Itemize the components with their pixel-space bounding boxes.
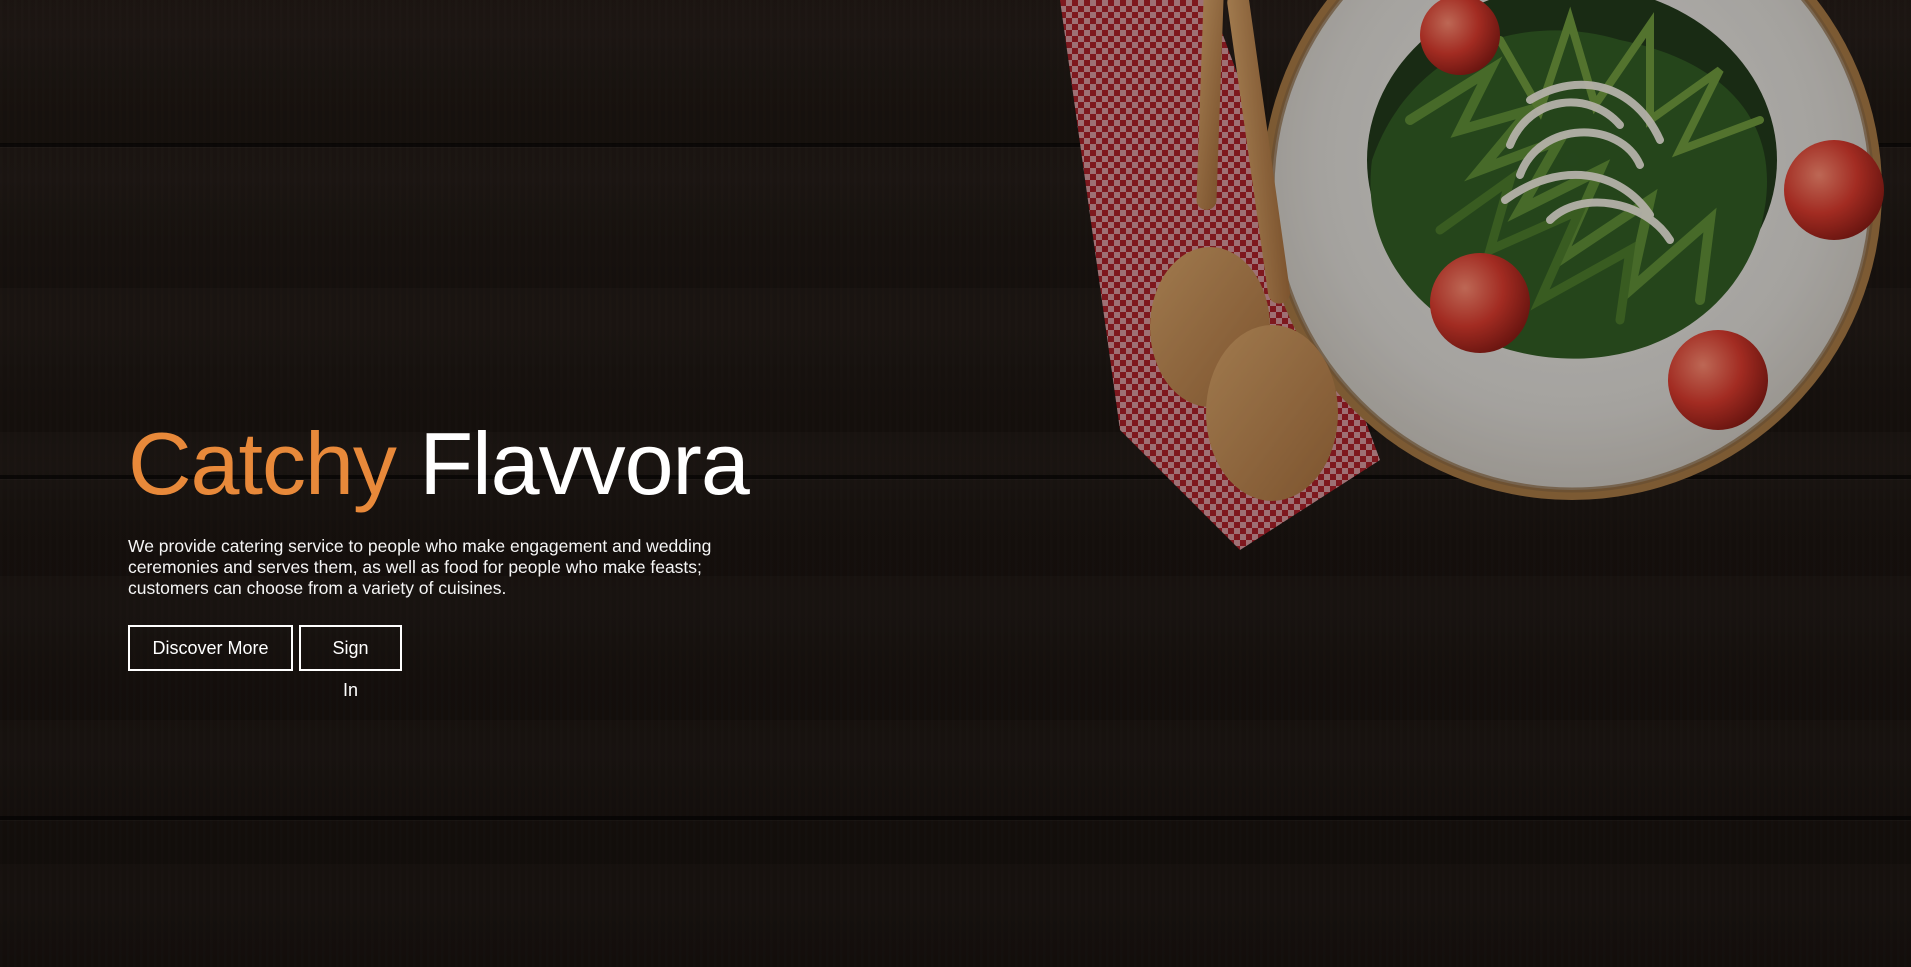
salad-plate-image [1060,0,1911,560]
discover-more-button[interactable]: Discover More [128,625,293,671]
hero-description: We provide catering service to people wh… [128,536,712,598]
hero-actions: Discover More Sign In [128,625,778,700]
brand-accent-text: Catchy [128,414,397,513]
wood-plank-divider [0,816,1911,820]
sign-in-button[interactable]: Sign In [299,625,402,700]
brand-main-text: Flavvora [419,414,749,513]
page-title: Catchy Flavvora [128,420,778,508]
hero-content: Catchy Flavvora We provide catering serv… [128,420,778,700]
hero-section: Catchy Flavvora We provide catering serv… [0,0,1911,967]
